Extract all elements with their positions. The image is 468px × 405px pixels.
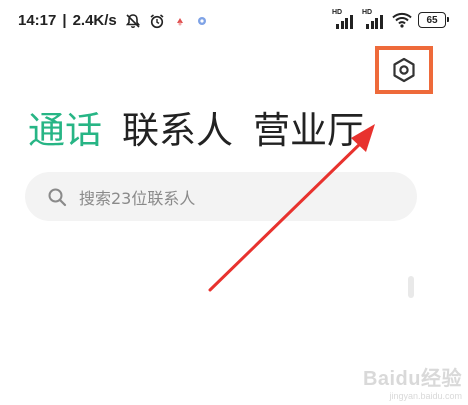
status-right: HD HD 65: [332, 9, 449, 29]
battery-level: 65: [426, 14, 438, 26]
tab-calls[interactable]: 通话: [28, 108, 102, 154]
tab-bar: 通话 联系人 营业厅: [28, 108, 364, 154]
tab-service-hall[interactable]: 营业厅: [253, 108, 364, 154]
battery-icon: 65: [418, 12, 449, 28]
settings-hexagon-icon: [390, 56, 418, 84]
search-icon: [47, 187, 67, 207]
settings-button[interactable]: [388, 54, 420, 86]
status-bar: 14:17 | 2.4K/s HD HD 65: [0, 0, 468, 44]
signal-strength-icon: HD: [332, 9, 356, 29]
signal-strength-icon: HD: [362, 9, 386, 29]
status-left: 14:17 | 2.4K/s: [18, 12, 209, 29]
watermark-logo-text: Baidu经验: [362, 368, 462, 390]
tab-contacts[interactable]: 联系人: [122, 108, 233, 154]
search-placeholder: 搜索23位联系人: [79, 188, 196, 208]
bell-muted-icon: [125, 13, 141, 29]
search-input[interactable]: 搜索23位联系人: [25, 172, 417, 221]
status-time: 14:17: [18, 12, 57, 29]
status-separator: |: [62, 12, 67, 29]
app-notification-icon: [195, 14, 209, 28]
app-notification-icon: [173, 14, 187, 28]
wifi-icon: [392, 12, 412, 28]
watermark-url: jingyan.baidu.com: [389, 391, 462, 401]
scroll-handle[interactable]: [408, 276, 414, 298]
alarm-clock-icon: [149, 13, 165, 29]
watermark: Baidu经验 jingyan.baidu.com: [363, 362, 462, 401]
network-speed: 2.4K/s: [72, 12, 117, 29]
